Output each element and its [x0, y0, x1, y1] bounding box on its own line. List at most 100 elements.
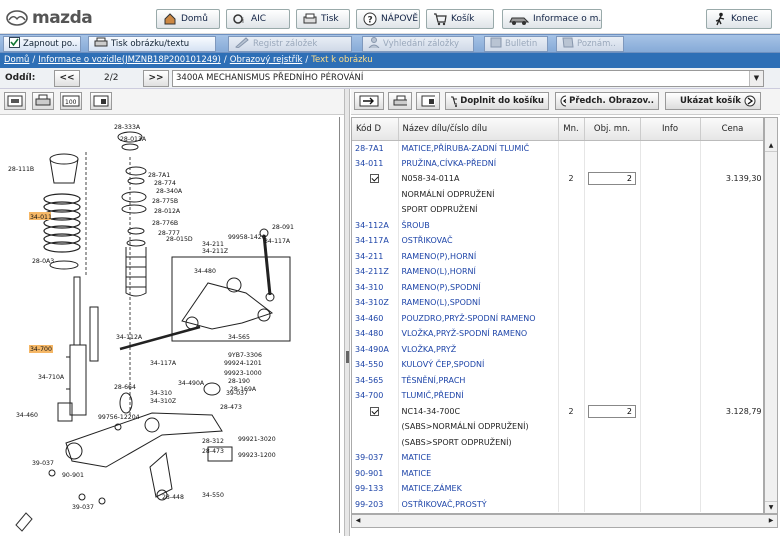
toggle-panel-button[interactable]	[354, 92, 384, 110]
horizontal-scrollbar[interactable]: ◀ ▶	[351, 514, 778, 528]
diagram-callout[interactable]: 28-774	[154, 180, 176, 187]
breadcrumb-home[interactable]: Domů	[4, 55, 29, 65]
table-row[interactable]: 34-310 RAMENO(P),SPODNÍ	[352, 279, 763, 295]
diagram-callout[interactable]: 28-473	[202, 448, 224, 455]
part-code[interactable]: 34-460	[352, 310, 399, 326]
diagram-callout[interactable]: 34-550	[202, 492, 224, 499]
scroll-up-icon[interactable]: ▲	[765, 140, 777, 152]
table-row[interactable]: 34-112A ŠROUB	[352, 217, 763, 233]
part-name[interactable]: KULOVÝ ČEP,SPODNÍ	[398, 357, 559, 373]
diagram-callout[interactable]: 9YB7-3306	[228, 352, 262, 359]
table-row[interactable]: 34-565 TĚSNĚNÍ,PRACH	[352, 372, 763, 388]
window-button[interactable]	[416, 92, 440, 110]
row-checkbox[interactable]	[370, 174, 380, 184]
diagram-callout[interactable]: 28-776B	[152, 220, 178, 227]
exit-button[interactable]: Konec	[706, 9, 772, 29]
part-name[interactable]: MATICE	[398, 465, 559, 481]
diagram-callout[interactable]: 34-112A	[116, 334, 143, 341]
table-row[interactable]: 34-550 KULOVÝ ČEP,SPODNÍ	[352, 357, 763, 373]
diagram-callout[interactable]: 99923-1200	[238, 452, 276, 459]
table-row[interactable]: 39-037 MATICE	[352, 450, 763, 466]
part-code[interactable]: 99-133	[352, 481, 399, 497]
diagram-callout[interactable]: 28-111B	[8, 166, 34, 173]
part-code[interactable]: 99-203	[352, 496, 399, 512]
diagram-callout[interactable]: 28-473	[220, 404, 242, 411]
diagram-callout[interactable]: 28-7A1	[148, 172, 170, 179]
table-row[interactable]: SPORT ODPRUŽENÍ	[352, 202, 763, 218]
part-code[interactable]: 34-550	[352, 357, 399, 373]
table-row[interactable]: 99-203 OSTŘIKOVAČ,PROSTÝ	[352, 496, 763, 512]
part-name[interactable]: RAMENO(P),HORNÍ	[398, 248, 559, 264]
diagram-callout[interactable]: 34-480	[194, 268, 216, 275]
table-row[interactable]: 34-211 RAMENO(P),HORNÍ	[352, 248, 763, 264]
home-button[interactable]: Domů	[156, 9, 220, 29]
diagram-callout[interactable]: 34-117A	[264, 238, 291, 245]
zoom-100-button[interactable]: 100	[60, 92, 82, 110]
part-name[interactable]: RAMENO(P),SPODNÍ	[398, 279, 559, 295]
scroll-right-icon[interactable]: ▶	[765, 515, 777, 527]
print-diagram-button[interactable]	[32, 92, 54, 110]
part-name[interactable]: OSTŘIKOVAČ	[398, 233, 559, 249]
diagram-callout[interactable]: 28-091	[272, 224, 294, 231]
table-row[interactable]: NC14-34-700C2 3.128,79	[352, 403, 763, 419]
part-code[interactable]: 34-480	[352, 326, 399, 342]
diagram-callout[interactable]: 28-015D	[166, 236, 193, 243]
diagram-callout[interactable]: 28-012A	[154, 208, 181, 215]
table-row[interactable]: 34-460 POUZDRO,PRYŽ-SPODNÍ RAMENO	[352, 310, 763, 326]
diagram-callout[interactable]: 39-037	[226, 390, 248, 397]
col-part-name[interactable]: Název dílu/číslo dílu	[398, 118, 559, 141]
part-code[interactable]: 34-565	[352, 372, 399, 388]
col-quantity[interactable]: Mn.	[558, 118, 585, 141]
aic-button[interactable]: i AIC	[226, 9, 290, 29]
diagram-callout[interactable]: 28-775B	[152, 198, 178, 205]
table-row[interactable]: NORMÁLNÍ ODPRUŽENÍ	[352, 186, 763, 202]
vertical-scrollbar[interactable]: ▲ ▼	[764, 117, 778, 514]
enable-button[interactable]: Zapnout po..	[3, 36, 81, 52]
table-row[interactable]: N058-34-011A2 3.139,30	[352, 171, 763, 187]
add-to-cart-button[interactable]: Doplnit do košíku	[445, 92, 549, 110]
diagram-callout[interactable]: 34-011	[30, 214, 52, 221]
table-row[interactable]: 34-490A VLOŽKA,PRYŽ	[352, 341, 763, 357]
diagram-callout[interactable]: 28-312	[202, 438, 224, 445]
part-code[interactable]: 34-211Z	[352, 264, 399, 280]
table-row[interactable]: 34-700 TLUMIČ,PŘEDNÍ	[352, 388, 763, 404]
part-name[interactable]: TLUMIČ,PŘEDNÍ	[398, 388, 559, 404]
part-code[interactable]: 34-700	[352, 388, 399, 404]
part-code[interactable]: 28-7A1	[352, 140, 399, 156]
prev-image-button[interactable]: Předch. Obrazov..	[555, 92, 659, 110]
part-code[interactable]: 34-117A	[352, 233, 399, 249]
order-qty-input[interactable]	[588, 404, 636, 418]
diagram-callout[interactable]: 34-490A	[178, 380, 205, 387]
help-button[interactable]: ? NÁPOVĚ..	[356, 9, 420, 29]
part-code[interactable]: 34-211	[352, 248, 399, 264]
diagram-callout[interactable]: 28-664	[114, 384, 136, 391]
table-row[interactable]: 90-901 MATICE	[352, 465, 763, 481]
diagram-callout[interactable]: 99921-3020	[238, 436, 276, 443]
table-row[interactable]: 34-117A OSTŘIKOVAČ	[352, 233, 763, 249]
diagram-callout[interactable]: 28-340A	[156, 188, 183, 195]
breadcrumb-image-index[interactable]: Obrazový rejstřík	[230, 55, 303, 65]
diagram-callout[interactable]: 34-565	[228, 334, 250, 341]
section-select[interactable]: 3400A MECHANISMUS PŘEDNÍHO PÉROVÁNÍ ▼	[172, 70, 764, 87]
splitter-grip[interactable]	[346, 351, 349, 363]
table-row[interactable]: 99-133 MATICE,ZÁMEK	[352, 481, 763, 497]
diagram-callout[interactable]: 99958-1420	[228, 234, 266, 241]
bookmark-search-button[interactable]: Vyhledání záložky	[362, 36, 474, 52]
table-row[interactable]: 34-310Z RAMENO(L),SPODNÍ	[352, 295, 763, 311]
part-name[interactable]: PRUŽINA,CÍVKA-PŘEDNÍ	[398, 155, 559, 171]
diagram-callout[interactable]: 34-211	[202, 241, 224, 248]
table-row[interactable]: 34-011 PRUŽINA,CÍVKA-PŘEDNÍ	[352, 155, 763, 171]
print-button[interactable]: Tisk	[296, 9, 350, 29]
scroll-down-icon[interactable]: ▼	[765, 501, 777, 513]
diagram-callout[interactable]: 34-117A	[150, 360, 177, 367]
part-code[interactable]: 34-011	[352, 155, 399, 171]
part-name[interactable]: VLOŽKA,PRYŽ	[398, 341, 559, 357]
table-row[interactable]: (SABS>NORMÁLNÍ ODPRUŽENÍ)	[352, 419, 763, 435]
print-image-text-button[interactable]: Tisk obrázku/textu	[88, 36, 216, 52]
part-name[interactable]: MATICE,PŘÍRUBA-ZADNÍ TLUMIČ	[398, 140, 559, 156]
bulletin-button[interactable]: Bulletin	[484, 36, 548, 52]
panel-splitter[interactable]	[344, 89, 350, 536]
diagram-callout[interactable]: 34-310Z	[150, 398, 176, 405]
col-price[interactable]: Cena	[700, 118, 763, 141]
table-row[interactable]: (SABS>SPORT ODPRUŽENÍ)	[352, 434, 763, 450]
